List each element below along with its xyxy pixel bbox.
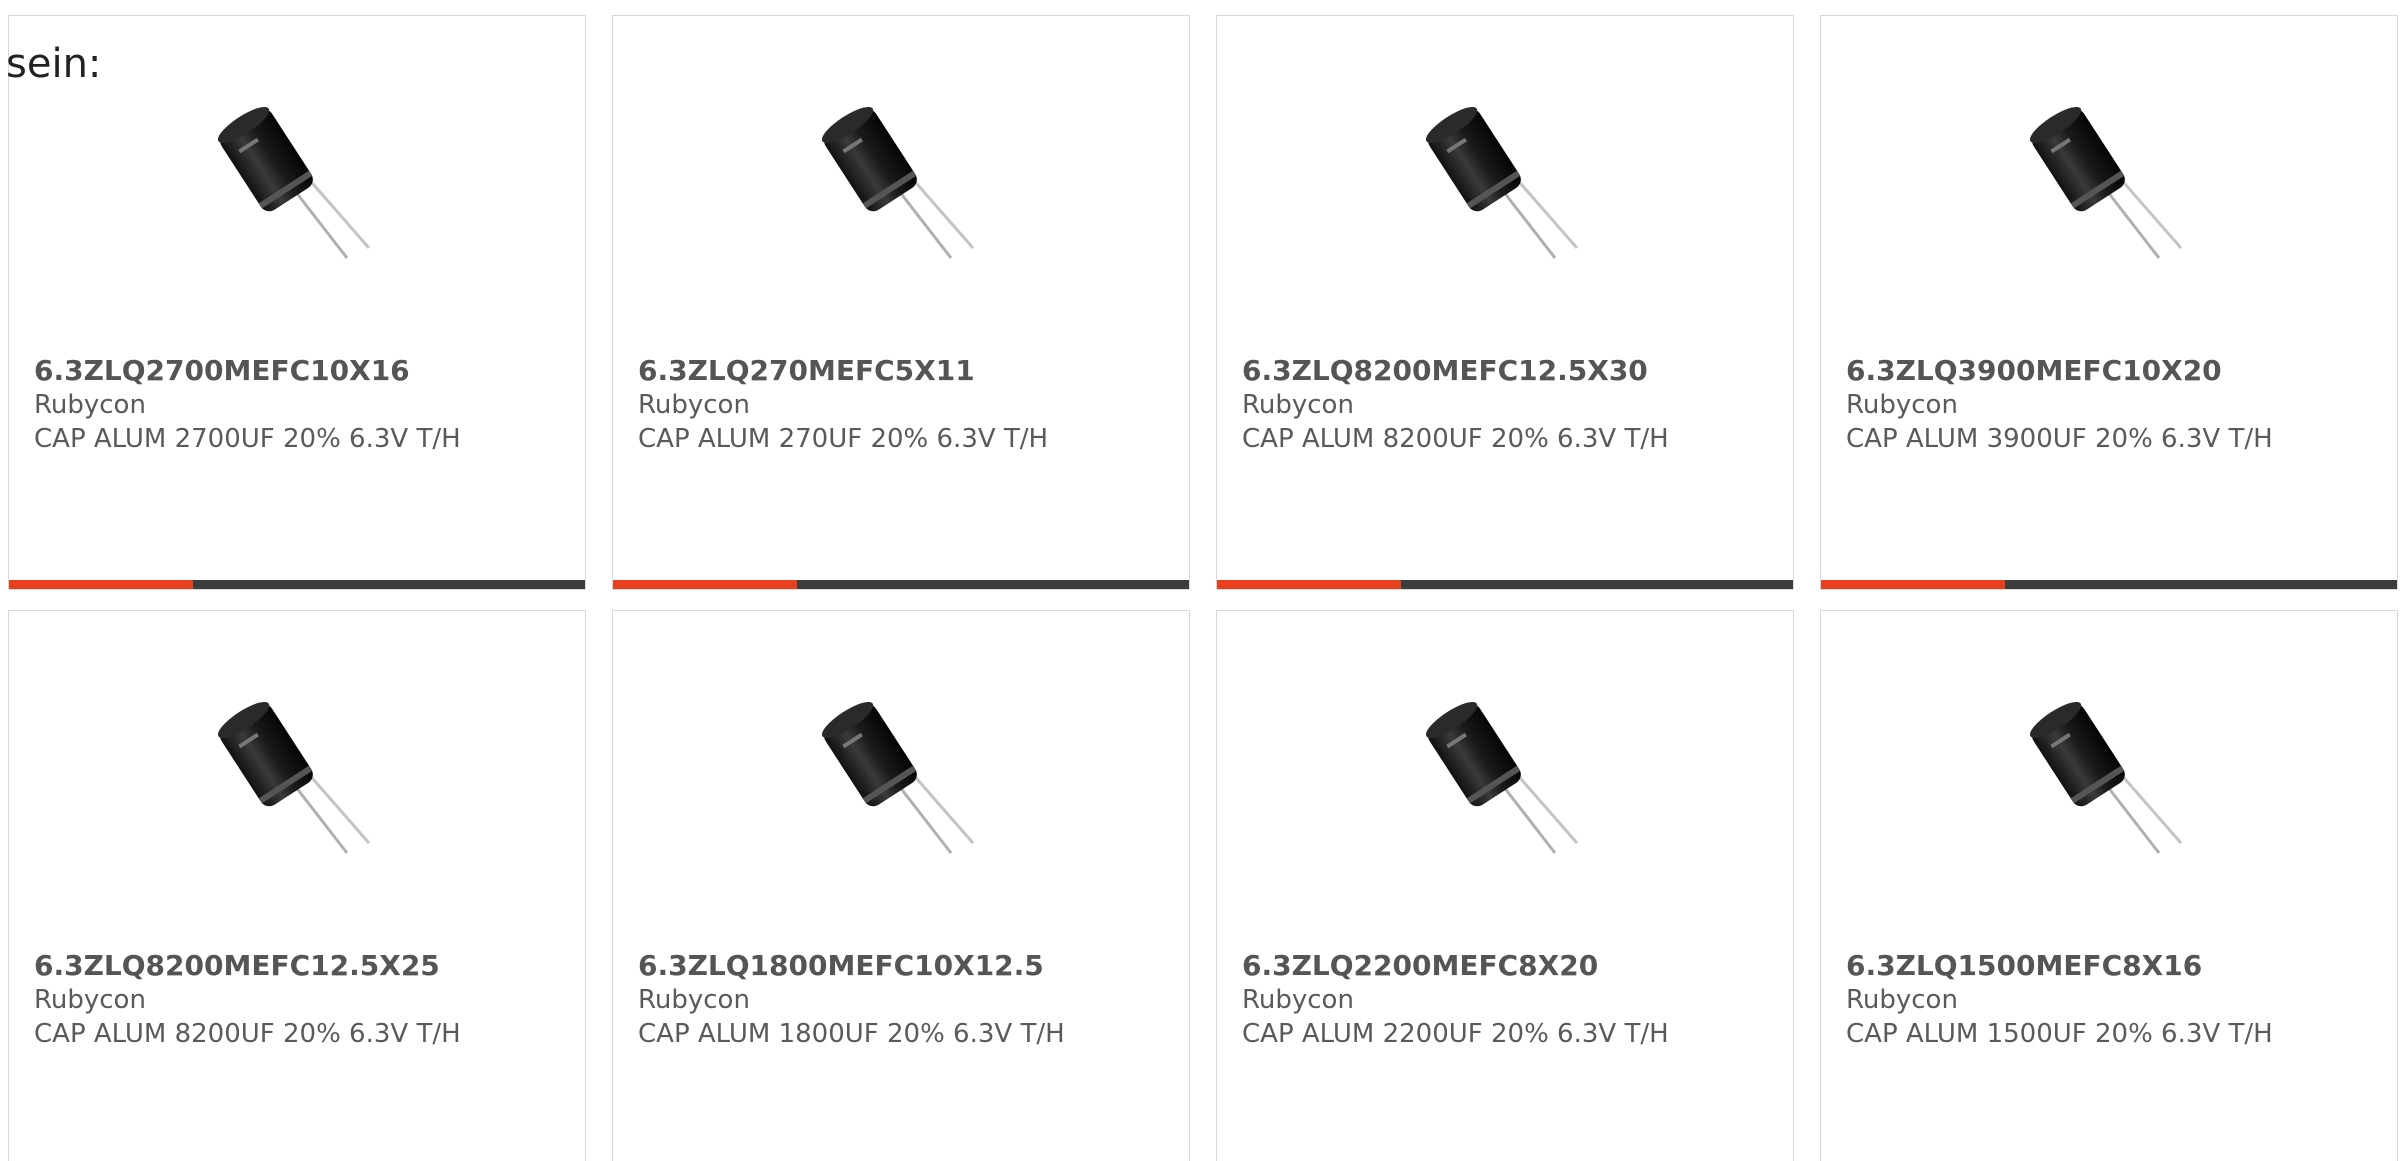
capacitor-icon [217,701,371,854]
part-number[interactable]: 6.3ZLQ270MEFC5X11 [638,354,1169,388]
description: CAP ALUM 3900UF 20% 6.3V T/H [1846,424,2273,454]
part-number[interactable]: 6.3ZLQ1800MEFC10X12.5 [638,949,1169,983]
part-number[interactable]: 6.3ZLQ2200MEFC8X20 [1242,949,1773,983]
progress-bar [613,580,1189,589]
capacitor-icon [1425,701,1579,854]
intro-text: sein: [6,41,102,87]
manufacturer: Rubycon [1242,985,1354,1015]
part-number[interactable]: 6.3ZLQ3900MEFC10X20 [1846,354,2377,388]
part-number[interactable]: 6.3ZLQ1500MEFC8X16 [1846,949,2377,983]
description: CAP ALUM 2200UF 20% 6.3V T/H [1242,1019,1669,1049]
manufacturer: Rubycon [638,985,750,1015]
progress-bar [1217,580,1793,589]
progress-fill [1217,580,1402,589]
capacitor-icon [821,106,975,259]
part-number[interactable]: 6.3ZLQ8200MEFC12.5X25 [34,949,565,983]
product-card[interactable]: 6.3ZLQ8200MEFC12.5X30 Rubycon CAP ALUM 8… [1216,15,1794,590]
progress-fill [9,580,194,589]
product-card[interactable]: 6.3ZLQ270MEFC5X11 Rubycon CAP ALUM 270UF… [612,15,1190,590]
capacitor-icon [217,106,371,259]
capacitor-icon [1425,106,1579,259]
product-image[interactable] [1217,106,1793,276]
product-card[interactable]: 6.3ZLQ1800MEFC10X12.5 Rubycon CAP ALUM 1… [612,610,1190,1161]
product-card[interactable]: 6.3ZLQ2700MEFC10X16 Rubycon CAP ALUM 270… [8,15,586,590]
product-image[interactable] [613,701,1189,871]
manufacturer: Rubycon [34,390,146,420]
product-image[interactable] [613,106,1189,276]
manufacturer: Rubycon [1846,985,1958,1015]
product-image[interactable] [9,106,585,276]
description: CAP ALUM 8200UF 20% 6.3V T/H [1242,424,1669,454]
capacitor-icon [821,701,975,854]
capacitor-icon [2029,701,2183,854]
part-number[interactable]: 6.3ZLQ2700MEFC10X16 [34,354,565,388]
product-image[interactable] [1821,701,2397,871]
description: CAP ALUM 8200UF 20% 6.3V T/H [34,1019,461,1049]
progress-fill [1821,580,2006,589]
progress-bar [9,580,585,589]
product-card[interactable]: 6.3ZLQ1500MEFC8X16 Rubycon CAP ALUM 1500… [1820,610,2398,1161]
product-image[interactable] [1821,106,2397,276]
manufacturer: Rubycon [1242,390,1354,420]
progress-bar [1821,580,2397,589]
capacitor-icon [2029,106,2183,259]
progress-fill [613,580,798,589]
manufacturer: Rubycon [34,985,146,1015]
manufacturer: Rubycon [638,390,750,420]
product-grid: 6.3ZLQ2700MEFC10X16 Rubycon CAP ALUM 270… [8,15,2400,1161]
description: CAP ALUM 1500UF 20% 6.3V T/H [1846,1019,2273,1049]
product-image[interactable] [9,701,585,871]
description: CAP ALUM 2700UF 20% 6.3V T/H [34,424,461,454]
product-card[interactable]: 6.3ZLQ3900MEFC10X20 Rubycon CAP ALUM 390… [1820,15,2398,590]
product-card[interactable]: 6.3ZLQ8200MEFC12.5X25 Rubycon CAP ALUM 8… [8,610,586,1161]
product-card[interactable]: 6.3ZLQ2200MEFC8X20 Rubycon CAP ALUM 2200… [1216,610,1794,1161]
part-number[interactable]: 6.3ZLQ8200MEFC12.5X30 [1242,354,1773,388]
product-image[interactable] [1217,701,1793,871]
description: CAP ALUM 1800UF 20% 6.3V T/H [638,1019,1065,1049]
description: CAP ALUM 270UF 20% 6.3V T/H [638,424,1049,454]
manufacturer: Rubycon [1846,390,1958,420]
